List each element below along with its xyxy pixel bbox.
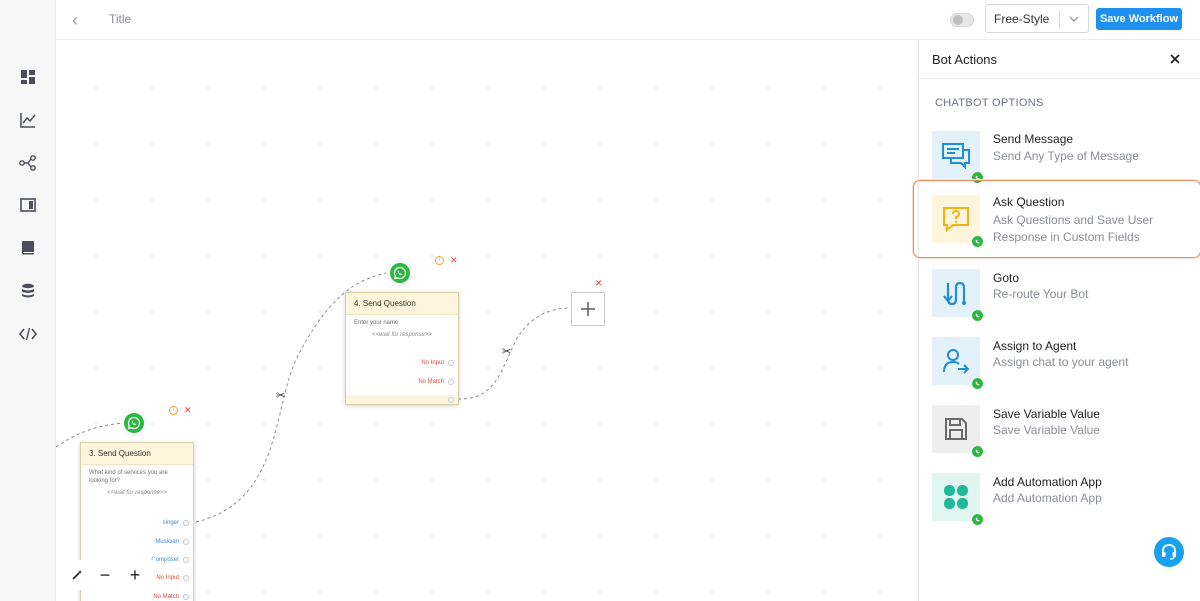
node-prompt: What kind of services you are looking fo… xyxy=(89,470,168,484)
output-port[interactable] xyxy=(448,360,454,366)
bookmark-icon[interactable] xyxy=(18,238,38,258)
output-port[interactable] xyxy=(448,379,454,385)
whatsapp-icon xyxy=(388,261,412,285)
bot-actions-panel: Bot Actions CHATBOT OPTIONS Send Message… xyxy=(913,40,1200,601)
whatsapp-icon xyxy=(971,445,984,458)
option-no-input: No Input xyxy=(156,575,179,581)
action-name: Assign to Agent xyxy=(993,339,1077,353)
magic-wand-icon[interactable] xyxy=(64,560,90,590)
option-no-input: No Input xyxy=(421,360,444,366)
plus-icon xyxy=(581,302,595,316)
zoom-out-button[interactable]: − xyxy=(90,560,120,590)
dashboard-icon[interactable] xyxy=(18,67,38,87)
action-add-automation-app[interactable]: Add Automation App Add Automation App xyxy=(919,470,1200,526)
option-musician: Musician xyxy=(155,539,179,545)
code-icon[interactable] xyxy=(18,324,38,344)
whatsapp-icon xyxy=(971,309,984,322)
node-prompt: Enter your name xyxy=(354,320,399,326)
output-port[interactable] xyxy=(448,397,454,403)
toggle-knob xyxy=(953,15,963,25)
whatsapp-icon xyxy=(971,513,984,526)
node-send-question-4[interactable]: 4. Send Question Enter your name <<wait … xyxy=(345,292,459,405)
option-no-match: No Match xyxy=(418,379,444,385)
node-wait-label: <<wait for response>> xyxy=(107,490,167,496)
action-description: Save Variable Value xyxy=(993,423,1100,437)
option-singer: singer xyxy=(162,520,179,526)
delete-node-icon[interactable]: ✕ xyxy=(184,406,192,415)
output-port[interactable] xyxy=(183,539,189,545)
support-chat-button[interactable] xyxy=(1154,537,1184,567)
section-label: CHATBOT OPTIONS xyxy=(935,97,1044,109)
node-footer xyxy=(346,395,458,404)
left-rail xyxy=(0,0,56,601)
panel-title: Bot Actions xyxy=(932,52,998,67)
chevron-down-icon xyxy=(1066,11,1082,27)
output-port[interactable] xyxy=(183,520,189,526)
whatsapp-icon xyxy=(971,235,984,248)
zoom-in-button[interactable]: + xyxy=(120,560,150,590)
action-assign-to-agent[interactable]: Assign to Agent Assign chat to your agen… xyxy=(919,334,1200,390)
workflow-canvas[interactable]: i ✕ 4. Send Question Enter your name <<w… xyxy=(56,40,918,601)
cut-connection-icon[interactable]: ✂ xyxy=(276,389,285,402)
delete-step-icon[interactable]: ✕ xyxy=(595,279,603,288)
action-name: Ask Question xyxy=(993,195,1065,209)
info-icon[interactable]: i xyxy=(169,406,178,415)
cut-connection-icon[interactable]: ✂ xyxy=(502,345,511,358)
whatsapp-icon xyxy=(971,377,984,390)
select-divider xyxy=(1059,10,1060,28)
save-workflow-button[interactable]: Save Workflow xyxy=(1096,8,1182,30)
output-port[interactable] xyxy=(183,594,189,600)
output-port[interactable] xyxy=(183,557,189,563)
whatsapp-icon xyxy=(122,411,146,435)
delete-node-icon[interactable]: ✕ xyxy=(450,256,458,265)
back-chevron-icon[interactable]: ‹ xyxy=(72,10,88,30)
mode-select-value: Free-Style xyxy=(994,12,1050,26)
inbox-icon[interactable] xyxy=(18,195,38,215)
workflow-toggle[interactable] xyxy=(950,13,974,27)
headset-icon xyxy=(1162,544,1176,560)
top-bar: ‹ Title Free-Style Save Workflow xyxy=(56,0,1200,40)
option-no-match: No Match xyxy=(153,594,179,600)
node-title: 3. Send Question xyxy=(81,443,193,465)
action-name: Save Variable Value xyxy=(993,407,1100,421)
action-ask-question[interactable]: Ask Question Ask Questions and Save User… xyxy=(913,180,1200,258)
action-description: Add Automation App xyxy=(993,491,1102,505)
database-icon[interactable] xyxy=(18,281,38,301)
action-name: Send Message xyxy=(993,132,1074,146)
action-description: Send Any Type of Message xyxy=(993,149,1139,163)
add-step-button[interactable] xyxy=(571,292,605,326)
action-send-message[interactable]: Send Message Send Any Type of Message xyxy=(919,128,1200,184)
mode-select[interactable]: Free-Style xyxy=(985,4,1089,33)
zoom-controls: − + xyxy=(64,560,156,590)
output-port[interactable] xyxy=(183,575,189,581)
action-goto[interactable]: Goto Re-route Your Bot xyxy=(919,266,1200,322)
workflow-title[interactable]: Title xyxy=(109,12,131,26)
info-icon[interactable]: i xyxy=(435,256,444,265)
analytics-icon[interactable] xyxy=(18,110,38,130)
action-save-variable-value[interactable]: Save Variable Value Save Variable Value xyxy=(919,402,1200,458)
close-icon[interactable] xyxy=(1165,49,1185,69)
action-name: Goto xyxy=(993,271,1020,285)
action-description: Ask Questions and Save User Response in … xyxy=(993,213,1154,244)
node-wait-label: <<wait for response>> xyxy=(372,332,432,338)
action-name: Add Automation App xyxy=(993,475,1102,489)
wire-node4-add xyxy=(457,307,571,400)
action-description: Re-route Your Bot xyxy=(993,287,1089,301)
action-description: Assign chat to your agent xyxy=(993,355,1129,369)
panel-header: Bot Actions xyxy=(919,40,1200,79)
node-title: 4. Send Question xyxy=(346,293,458,315)
workflow-icon[interactable] xyxy=(18,153,38,173)
